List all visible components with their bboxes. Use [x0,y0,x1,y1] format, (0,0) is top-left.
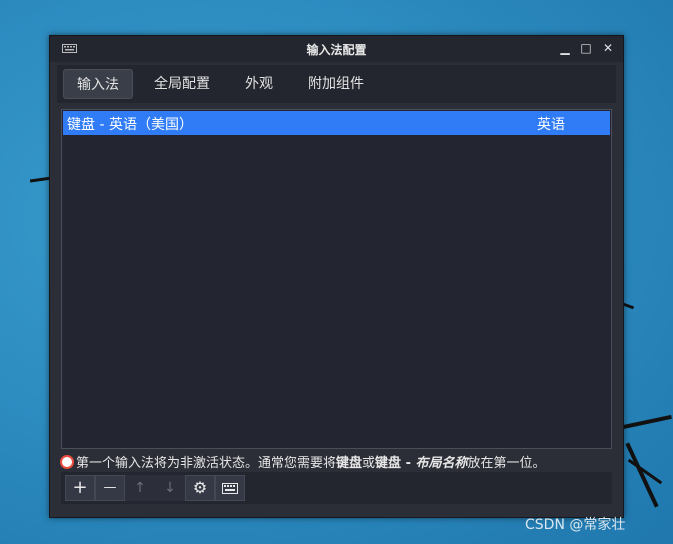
move-down-button[interactable]: ↓ [155,475,185,501]
tab-bar: 输入法 全局配置 外观 附加组件 [57,65,616,103]
fcitx-config-window: 输入法配置 ▁ □ ✕ 输入法 全局配置 外观 附加组件 键盘 - 英语（美国）… [49,35,624,518]
warning-bold-keyboard-dash: 键盘 - [375,456,416,471]
add-button[interactable]: + [65,475,95,501]
close-button[interactable]: ✕ [601,41,615,55]
warning-bold-keyboard: 键盘 [336,456,363,471]
warning-text-2: 或 [362,456,376,471]
configure-button[interactable]: ⚙ [185,475,215,501]
arrow-up-icon: ↑ [134,480,146,496]
move-up-button[interactable]: ↑ [125,475,155,501]
warning-text-1: 第一个输入法将为非激活状态。通常您需要将 [76,456,337,471]
wallpaper-stroke [622,414,672,430]
warning-message: 第一个输入法将为非激活状态。通常您需要将键盘或键盘 - 布局名称放在第一位。 [60,452,546,471]
minimize-button[interactable]: ▁ [558,41,572,55]
tab-input-method[interactable]: 输入法 [63,69,133,99]
maximize-icon: □ [580,41,592,55]
input-method-panel: 键盘 - 英语（美国） 英语 第一个输入法将为非激活状态。通常您需要将键盘或键盘… [57,103,616,505]
warning-text-3: 放在第一位。 [467,456,546,471]
input-method-name: 键盘 - 英语（美国） [67,117,193,133]
tab-addons[interactable]: 附加组件 [301,69,371,99]
list-toolbar: + — ↑ ↓ ⚙ [61,472,612,504]
csdn-watermark: CSDN @常家壮 [525,517,626,533]
keyboard-layout-button[interactable] [215,475,245,501]
window-title: 输入法配置 [306,43,367,57]
close-icon: ✕ [602,41,614,55]
plus-icon: + [72,477,88,498]
tab-appearance[interactable]: 外观 [237,69,281,99]
input-method-language: 英语 [537,117,565,133]
remove-button[interactable]: — [95,475,125,501]
warning-layout-name: 布局名称 [415,456,468,471]
keyboard-layout-icon [222,483,238,494]
list-item[interactable]: 键盘 - 英语（美国） 英语 [63,111,610,135]
minimize-icon: ▁ [560,41,570,55]
minus-icon: — [103,480,117,495]
arrow-down-icon: ↓ [164,480,176,496]
gear-icon: ⚙ [192,478,208,497]
warning-icon [60,455,74,469]
tab-global-config[interactable]: 全局配置 [147,69,217,99]
input-method-list[interactable]: 键盘 - 英语（美国） 英语 [61,109,612,449]
title-bar[interactable]: 输入法配置 ▁ □ ✕ [50,36,623,62]
maximize-button[interactable]: □ [579,41,593,55]
